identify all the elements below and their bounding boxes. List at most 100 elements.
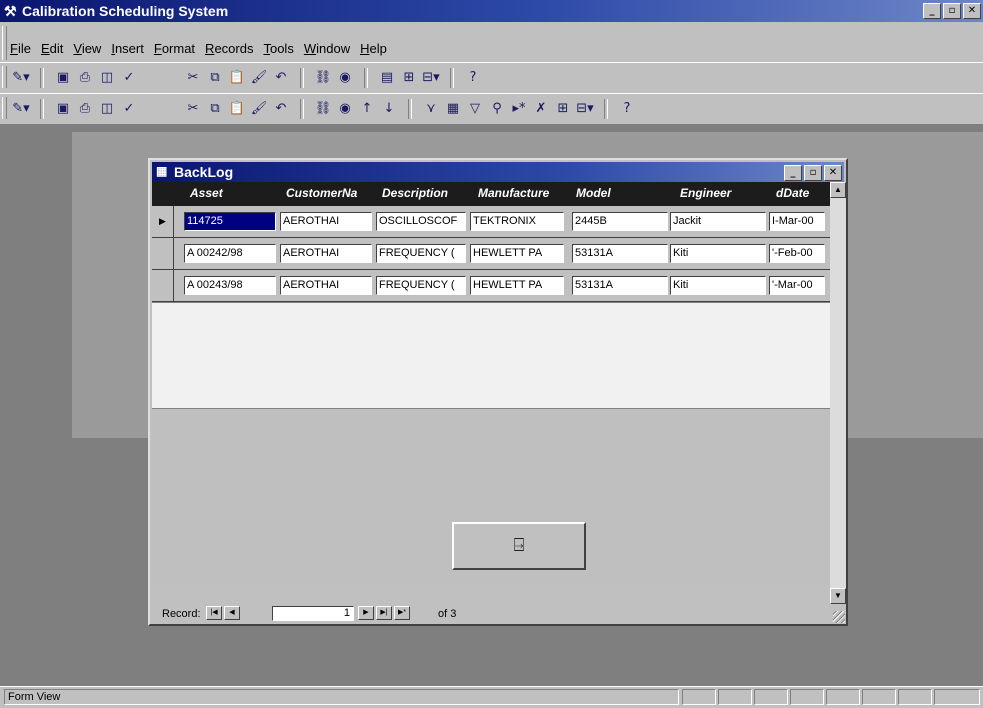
engineer-field[interactable]: Kiti (670, 276, 766, 295)
engineer-field[interactable]: Kiti (670, 244, 766, 263)
spelling-icon[interactable]: ✓ (120, 69, 138, 87)
help-icon[interactable]: ? (464, 69, 482, 87)
form-maximize-button[interactable]: ▫ (804, 165, 822, 181)
copy-icon[interactable]: ⧉ (206, 100, 224, 118)
current-record-indicator[interactable]: ▶ (152, 206, 174, 237)
menu-tools[interactable]: Tools (263, 41, 293, 56)
cut-icon[interactable]: ✂ (184, 69, 202, 87)
form-title-bar[interactable]: ▦ BackLog _ ▫ ✕ (152, 162, 844, 182)
description-field[interactable]: OSCILLOSCOF (376, 212, 466, 231)
new-object-icon[interactable]: ⊟▾ (422, 69, 440, 87)
menu-help[interactable]: Help (360, 41, 387, 56)
view-icon[interactable]: ✎▾ (12, 100, 30, 118)
undo-icon[interactable]: ↶ (272, 100, 290, 118)
properties-icon[interactable]: ▤ (378, 69, 396, 87)
help-icon[interactable]: ? (618, 100, 636, 118)
delete-record-icon[interactable]: ✗ (532, 100, 550, 118)
spelling-icon[interactable]: ✓ (120, 100, 138, 118)
form-minimize-button[interactable]: _ (784, 165, 802, 181)
manufacturer-field[interactable]: HEWLETT PA (470, 244, 564, 263)
restore-button[interactable]: ▫ (943, 3, 961, 19)
record-selector[interactable] (152, 238, 174, 269)
manufacturer-field[interactable]: TEKTRONIX (470, 212, 564, 231)
print-preview-icon[interactable]: ◫ (98, 100, 116, 118)
web-toolbar-icon[interactable]: ◉ (336, 69, 354, 87)
last-record-button[interactable]: ▶| (376, 606, 392, 620)
insert-hyperlink-icon[interactable]: ⛓ (314, 100, 332, 118)
scroll-down-button[interactable]: ▼ (830, 588, 846, 604)
asset-field[interactable]: A 00242/98 (184, 244, 276, 263)
asset-field[interactable]: A 00243/98 (184, 276, 276, 295)
date-field[interactable]: I-Mar-00 (769, 212, 825, 231)
record-navigator: Record: |◀ ◀ 1 ▶ ▶| ▶* of 3 (152, 604, 846, 624)
record-selector[interactable] (152, 270, 174, 301)
record-row[interactable]: A 00243/98 AEROTHAI FREQUENCY ( HEWLETT … (152, 270, 830, 302)
vertical-scrollbar[interactable]: ▲ ▼ (830, 182, 846, 604)
paste-icon[interactable]: 📋 (228, 100, 246, 118)
record-count: of 3 (438, 608, 457, 620)
new-record-button[interactable]: ▶* (394, 606, 410, 620)
model-field[interactable]: 2445B (572, 212, 668, 231)
menu-grip[interactable] (2, 26, 7, 60)
paste-icon[interactable]: 📋 (228, 69, 246, 87)
insert-hyperlink-icon[interactable]: ⛓ (314, 69, 332, 87)
model-field[interactable]: 53131A (572, 244, 668, 263)
record-row[interactable]: ▶ 114725 AEROTHAI OSCILLOSCOF TEKTRONIX … (152, 206, 830, 238)
new-object-icon[interactable]: ⊟▾ (576, 100, 594, 118)
asset-field[interactable]: 114725 (184, 212, 276, 231)
record-row[interactable]: A 00242/98 AEROTHAI FREQUENCY ( HEWLETT … (152, 238, 830, 270)
menu-file[interactable]: File (10, 41, 31, 56)
apply-filter-icon[interactable]: ▽ (466, 100, 484, 118)
customer-field[interactable]: AEROTHAI (280, 244, 372, 263)
customer-field[interactable]: AEROTHAI (280, 276, 372, 295)
filter-by-form-icon[interactable]: ▦ (444, 100, 462, 118)
engineer-field[interactable]: Jackit (670, 212, 766, 231)
date-field[interactable]: '-Feb-00 (769, 244, 825, 263)
description-field[interactable]: FREQUENCY ( (376, 276, 466, 295)
print-icon[interactable]: ⎙ (76, 100, 94, 118)
customer-field[interactable]: AEROTHAI (280, 212, 372, 231)
menu-format[interactable]: Format (154, 41, 195, 56)
sort-descending-icon[interactable]: ↓ (380, 100, 398, 118)
app-title-bar[interactable]: ⚒ Calibration Scheduling System _ ▫ ✕ (0, 0, 983, 22)
save-icon[interactable]: ▣ (54, 69, 72, 87)
format-painter-icon[interactable]: 🖌 (250, 69, 268, 87)
minimize-button[interactable]: _ (923, 3, 941, 19)
previous-record-button[interactable]: ◀ (224, 606, 240, 620)
model-field[interactable]: 53131A (572, 276, 668, 295)
print-icon[interactable]: ⎙ (76, 69, 94, 87)
find-icon[interactable]: ⚲ (488, 100, 506, 118)
manufacturer-field[interactable]: HEWLETT PA (470, 276, 564, 295)
database-window-icon[interactable]: ⊞ (400, 69, 418, 87)
form-close-button[interactable]: ✕ (824, 165, 842, 181)
first-record-button[interactable]: |◀ (206, 606, 222, 620)
web-toolbar-icon[interactable]: ◉ (336, 100, 354, 118)
description-field[interactable]: FREQUENCY ( (376, 244, 466, 263)
print-preview-icon[interactable]: ◫ (98, 69, 116, 87)
date-field[interactable]: '-Mar-00 (769, 276, 825, 295)
filter-by-selection-icon[interactable]: ⋎ (422, 100, 440, 118)
cut-icon[interactable]: ✂ (184, 100, 202, 118)
menu-insert[interactable]: Insert (111, 41, 144, 56)
database-window-icon[interactable]: ⊞ (554, 100, 572, 118)
menu-window[interactable]: Window (304, 41, 350, 56)
toolbar-grip[interactable] (2, 66, 7, 88)
record-number-input[interactable]: 1 (272, 606, 354, 621)
next-record-button[interactable]: ▶ (358, 606, 374, 620)
format-painter-icon[interactable]: 🖌 (250, 100, 268, 118)
menu-edit[interactable]: Edit (41, 41, 63, 56)
new-record-icon[interactable]: ▸* (510, 100, 528, 118)
menu-view[interactable]: View (73, 41, 101, 56)
exit-button[interactable]: ⍈ (452, 522, 586, 570)
status-text: Form View (4, 689, 679, 705)
close-button[interactable]: ✕ (963, 3, 981, 19)
toolbar-grip[interactable] (2, 97, 7, 119)
undo-icon[interactable]: ↶ (272, 69, 290, 87)
scroll-up-button[interactable]: ▲ (830, 182, 846, 198)
design-view-icon[interactable]: ✎▾ (12, 69, 30, 87)
copy-icon[interactable]: ⧉ (206, 69, 224, 87)
sort-ascending-icon[interactable]: ↑ (358, 100, 376, 118)
save-icon[interactable]: ▣ (54, 100, 72, 118)
resize-grip[interactable] (833, 611, 845, 623)
menu-records[interactable]: Records (205, 41, 253, 56)
